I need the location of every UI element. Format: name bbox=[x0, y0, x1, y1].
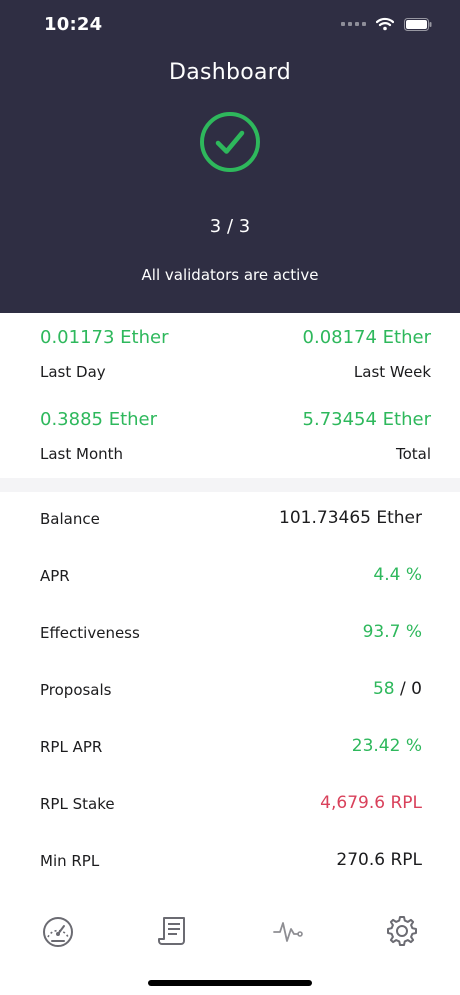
last-month-value: 0.3885 Ether bbox=[40, 409, 158, 430]
apr-value: 4.4 % bbox=[373, 565, 422, 585]
tab-receipts[interactable] bbox=[155, 913, 191, 949]
rpl-apr-label: RPL APR bbox=[40, 738, 103, 756]
min-rpl-value: 270.6 RPL bbox=[336, 850, 422, 870]
proposals-success: 58 bbox=[372, 679, 395, 699]
last-day-label: Last Day bbox=[40, 363, 106, 381]
apr-label: APR bbox=[40, 567, 70, 585]
rpl-apr-row: RPL APR 23.42 % bbox=[0, 720, 460, 777]
min-rpl-row: Min RPL 270.6 RPL bbox=[0, 834, 460, 891]
balance-label: Balance bbox=[40, 510, 100, 528]
signal-icon bbox=[341, 22, 366, 26]
last-month-label: Last Month bbox=[40, 445, 124, 463]
validator-count: 3 / 3 bbox=[209, 216, 251, 237]
last-day-value: 0.01173 Ether bbox=[40, 327, 169, 348]
rpl-stake-label: RPL Stake bbox=[40, 795, 115, 813]
tab-settings[interactable] bbox=[384, 913, 420, 949]
tab-activity[interactable] bbox=[270, 913, 306, 949]
last-week-value: 0.08174 Ether bbox=[302, 327, 431, 348]
validator-status-text: All validators are active bbox=[141, 266, 319, 284]
rpl-stake-row: RPL Stake 4,679.6 RPL bbox=[0, 777, 460, 834]
receipt-icon bbox=[158, 917, 185, 945]
balance-value: 101.73465 Ether bbox=[279, 508, 422, 528]
proposals-value: 58 / 0 bbox=[373, 679, 422, 699]
tab-dashboard[interactable] bbox=[40, 913, 76, 949]
battery-icon bbox=[404, 17, 432, 31]
effectiveness-row: Effectiveness 93.7 % bbox=[0, 606, 460, 663]
last-week-label: Last Week bbox=[353, 363, 431, 381]
wifi-icon bbox=[376, 17, 394, 31]
dashboard-header: 10:24 Dashboard 3 / 3 All validators are… bbox=[0, 0, 460, 313]
effectiveness-label: Effectiveness bbox=[40, 624, 140, 642]
proposals-missed: 0 bbox=[411, 679, 422, 699]
rpl-apr-value: 23.42 % bbox=[351, 736, 422, 756]
proposals-label: Proposals bbox=[40, 681, 112, 699]
status-indicators bbox=[341, 17, 432, 31]
speedometer-icon bbox=[43, 917, 73, 947]
tab-bar bbox=[0, 900, 460, 964]
earnings-summary: 0.01173 Ether Last Day 0.08174 Ether Las… bbox=[0, 313, 460, 478]
proposals-row: Proposals 58 / 0 bbox=[0, 663, 460, 720]
section-divider bbox=[0, 478, 460, 492]
rpl-stake-value: 4,679.6 RPL bbox=[320, 793, 422, 813]
total-value: 5.73454 Ether bbox=[302, 409, 431, 430]
home-indicator bbox=[148, 980, 312, 986]
page-title: Dashboard bbox=[168, 60, 292, 85]
effectiveness-value: 93.7 % bbox=[362, 622, 422, 642]
apr-row: APR 4.4 % bbox=[0, 549, 460, 606]
proposals-separator: / bbox=[394, 679, 412, 699]
min-rpl-label: Min RPL bbox=[40, 852, 100, 870]
status-time: 10:24 bbox=[44, 14, 103, 35]
checkmark-circle-icon bbox=[199, 111, 261, 173]
balance-row: Balance 101.73465 Ether bbox=[0, 492, 460, 549]
total-label: Total bbox=[395, 445, 431, 463]
pulse-icon bbox=[273, 922, 303, 942]
gear-icon bbox=[387, 916, 417, 946]
